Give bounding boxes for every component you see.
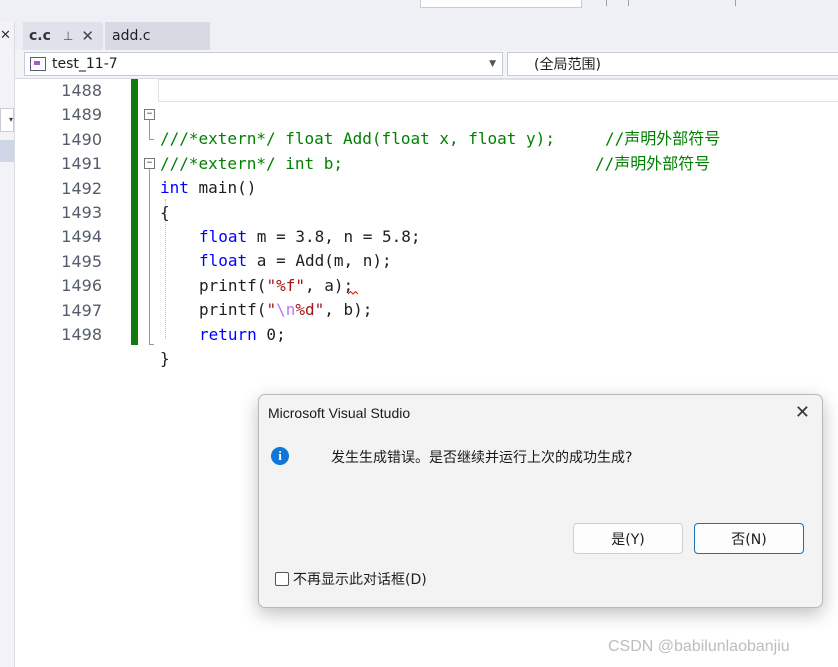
tab-c-c[interactable]: c.c ⊥ ✕ [23, 22, 103, 50]
line-number: 1490 [61, 129, 102, 149]
no-button[interactable]: 否(N) [694, 523, 804, 554]
chevron-down-icon: ▼ [489, 59, 496, 69]
dont-show-again-checkbox[interactable]: 不再显示此对话框(D) [275, 569, 427, 589]
scope-label: (全局范围) [534, 57, 601, 73]
tab-add-c[interactable]: add.c [105, 22, 210, 50]
tab-label: add.c [112, 28, 151, 44]
toolbar-separator [606, 0, 607, 6]
yes-button[interactable]: 是(Y) [573, 523, 683, 554]
watermark: CSDN @babilunlaobanjiu [608, 638, 790, 655]
line-number: 1497 [61, 300, 102, 320]
dialog-title: Microsoft Visual Studio [268, 405, 411, 421]
navigation-bar: test_11-7 ▼ (全局范围) [15, 50, 838, 79]
project-dropdown[interactable]: test_11-7 ▼ [24, 52, 503, 76]
line-number: 1493 [61, 203, 102, 222]
line-number: 1498 [61, 325, 102, 344]
close-icon[interactable]: ✕ [795, 402, 810, 423]
tab-label: c.c [29, 28, 51, 44]
toolbar-separator [628, 0, 629, 6]
line-number: 1489 [61, 105, 102, 125]
checkbox[interactable] [275, 572, 289, 586]
error-squiggle [348, 291, 358, 295]
line-number: 1492 [61, 178, 102, 198]
line-number: 1491 [61, 154, 102, 174]
pin-icon[interactable]: ⊥ [63, 29, 73, 43]
left-tool-panel: ✕ ▾ [0, 22, 15, 667]
toolbar-separator [735, 0, 736, 6]
scope-dropdown[interactable]: (全局范围) [507, 52, 838, 76]
project-icon [30, 57, 46, 71]
panel-dropdown[interactable]: ▾ [0, 108, 14, 132]
close-icon[interactable]: ✕ [81, 27, 94, 45]
code-line-1498: } [160, 349, 170, 368]
line-number: 1488 [61, 81, 102, 100]
panel-selected-item[interactable] [0, 140, 14, 162]
close-icon[interactable]: ✕ [0, 28, 11, 43]
dialog-message: 发生生成错误。是否继续并运行上次的成功生成? [331, 450, 633, 466]
document-tab-bar: c.c ⊥ ✕ add.c [15, 22, 838, 50]
line-number: 1494 [61, 227, 102, 247]
info-icon: i [271, 447, 289, 465]
build-error-dialog: Microsoft Visual Studio ✕ i 发生生成错误。是否继续并… [258, 394, 823, 608]
project-label: test_11-7 [52, 56, 118, 72]
line-number: 1496 [61, 276, 102, 296]
toolbar-strip [0, 0, 838, 22]
toolbar-search-field[interactable] [420, 0, 582, 8]
checkbox-label: 不再显示此对话框(D) [293, 572, 427, 588]
line-number: 1495 [61, 251, 102, 271]
